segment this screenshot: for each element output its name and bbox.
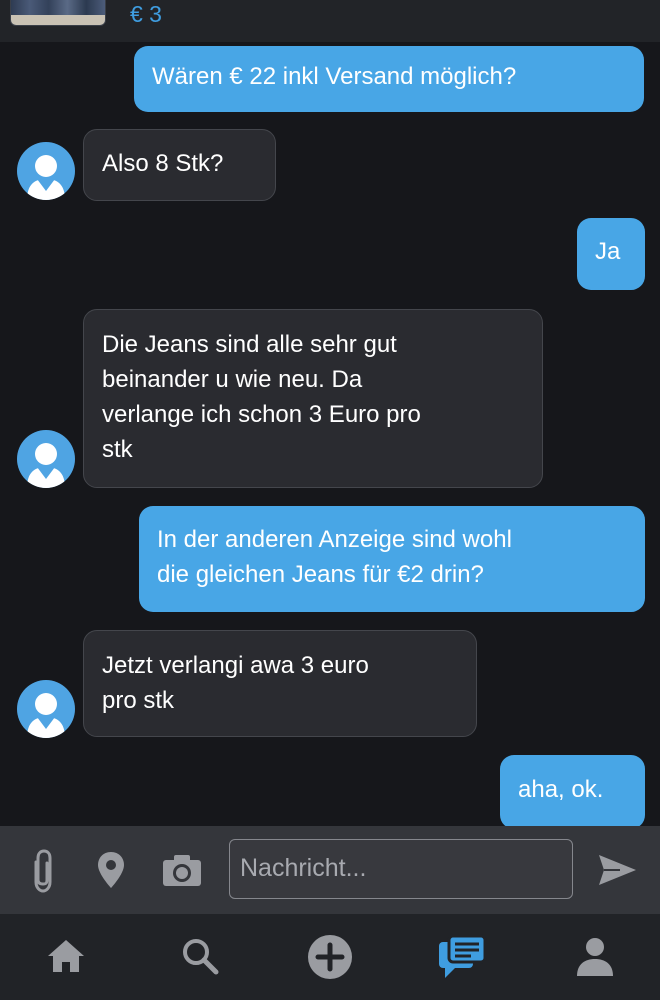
message-incoming[interactable]: Die Jeans sind alle sehr gut beinander u… xyxy=(83,309,543,488)
message-text: Wären € 22 inkl Versand möglich? xyxy=(152,63,517,90)
avatar[interactable] xyxy=(17,430,75,488)
message-line: pro stk xyxy=(102,687,175,714)
message-line: verlange ich schon 3 Euro pro xyxy=(102,401,421,428)
message-input[interactable]: Nachricht... xyxy=(229,839,573,899)
profile-icon[interactable] xyxy=(575,936,615,981)
location-pin-icon[interactable] xyxy=(95,850,127,895)
listing-thumbnail[interactable] xyxy=(10,0,106,26)
user-avatar-icon xyxy=(27,155,65,200)
message-line: In der anderen Anzeige sind wohl xyxy=(157,526,512,553)
message-incoming[interactable]: Jetzt verlangi awa 3 euro pro stk xyxy=(83,630,477,737)
message-text: aha, ok. xyxy=(518,776,604,803)
message-input-placeholder: Nachricht... xyxy=(240,854,367,882)
user-avatar-icon xyxy=(27,443,65,488)
message-outgoing[interactable]: Ja xyxy=(577,218,645,290)
search-icon[interactable] xyxy=(180,936,220,981)
paperclip-icon[interactable] xyxy=(26,848,60,899)
home-icon[interactable] xyxy=(46,938,86,979)
message-line: Jetzt verlangi awa 3 euro xyxy=(102,652,369,679)
listing-price: € 3 xyxy=(130,1,162,27)
avatar[interactable] xyxy=(17,680,75,738)
messages-icon[interactable] xyxy=(437,934,487,985)
message-line: stk xyxy=(102,436,133,463)
camera-icon[interactable] xyxy=(161,852,203,893)
message-list[interactable]: Wären € 22 inkl Versand möglich? Also 8 … xyxy=(0,42,660,829)
add-icon[interactable] xyxy=(307,934,353,985)
message-text: Also 8 Stk? xyxy=(102,150,224,177)
message-line: die gleichen Jeans für €2 drin? xyxy=(157,561,484,588)
send-icon[interactable] xyxy=(596,852,638,893)
user-avatar-icon xyxy=(27,693,65,738)
message-outgoing[interactable]: In der anderen Anzeige sind wohl die gle… xyxy=(139,506,645,612)
bottom-nav xyxy=(0,914,660,1000)
message-composer: Nachricht... xyxy=(0,826,660,914)
message-outgoing[interactable]: aha, ok. xyxy=(500,755,645,829)
avatar[interactable] xyxy=(17,142,75,200)
message-outgoing[interactable]: Wären € 22 inkl Versand möglich? xyxy=(134,46,644,112)
listing-header[interactable]: € 3 xyxy=(0,0,660,42)
message-incoming[interactable]: Also 8 Stk? xyxy=(83,129,276,201)
message-line: Die Jeans sind alle sehr gut xyxy=(102,331,397,358)
message-line: beinander u wie neu. Da xyxy=(102,366,363,393)
message-text: Ja xyxy=(595,238,621,265)
